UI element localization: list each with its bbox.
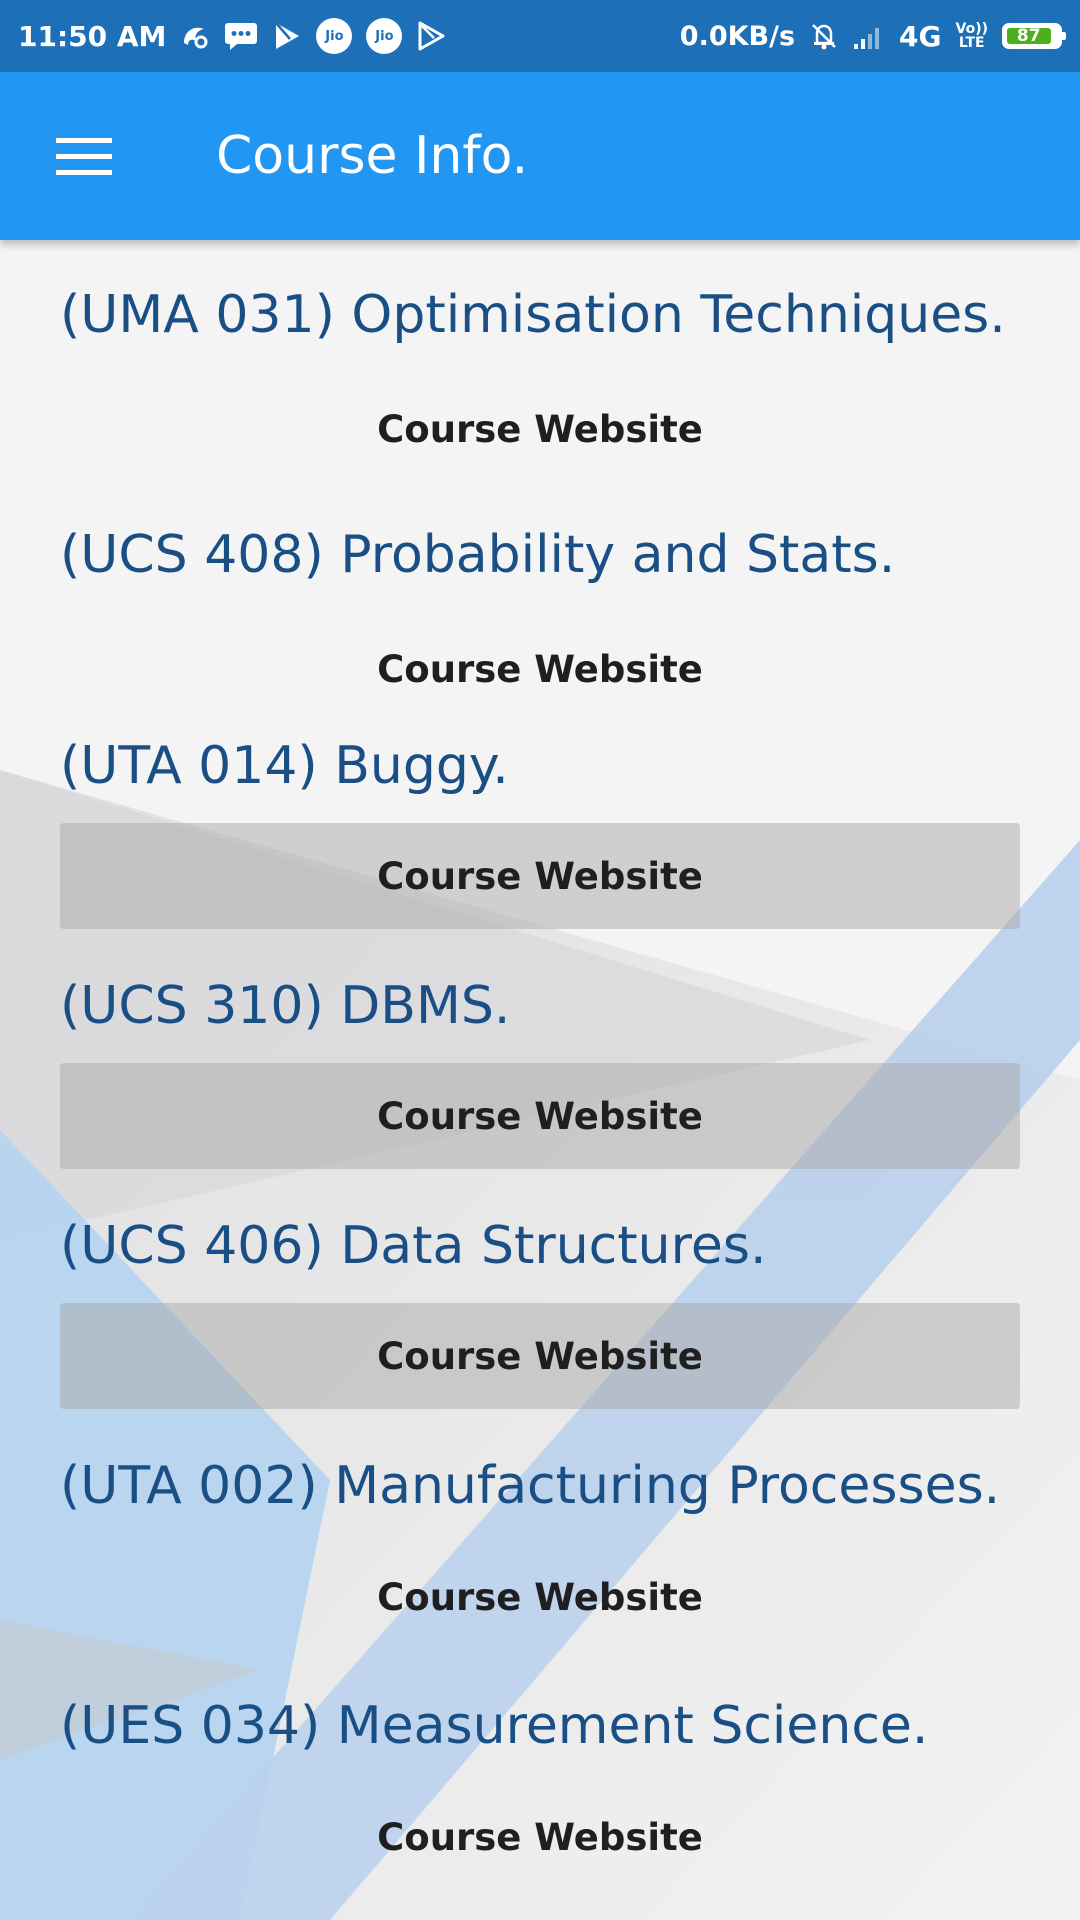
battery-icon: 87 xyxy=(1002,23,1066,49)
status-bar-right: 0.0KB/s 4G Vo)) LTE 87 xyxy=(679,19,1066,53)
messages-icon xyxy=(224,21,258,51)
mute-bell-icon xyxy=(809,21,839,51)
play-store-icon xyxy=(272,21,302,51)
battery-tip xyxy=(1062,32,1066,40)
course-list: (UMA 031) Optimisation Techniques. Cours… xyxy=(0,240,1080,1920)
status-bar-left: 11:50 AM Jio Jio xyxy=(18,18,446,54)
course-website-button[interactable]: Course Website xyxy=(60,1544,1020,1650)
uc-browser-icon xyxy=(180,21,210,51)
signal-icon xyxy=(853,22,885,50)
play-store-icon xyxy=(416,21,446,51)
course-website-button[interactable]: Course Website xyxy=(60,376,1020,482)
course-website-button[interactable]: Course Website xyxy=(60,1303,1020,1409)
battery-percent: 87 xyxy=(1016,26,1041,46)
volte-line-top: Vo)) xyxy=(955,21,988,37)
hamburger-menu-icon[interactable] xyxy=(56,128,112,184)
status-bar: 11:50 AM Jio Jio 0.0KB/s 4G Vo)) LTE 87 xyxy=(0,0,1080,72)
course-title: (UMA 031) Optimisation Techniques. xyxy=(60,285,1006,345)
page-title: Course Info. xyxy=(216,126,529,186)
jio-icon: Jio xyxy=(366,18,403,54)
app-bar: Course Info. xyxy=(0,72,1080,240)
volte-icon: Vo)) LTE xyxy=(956,22,988,50)
network-type: 4G xyxy=(899,19,942,53)
volte-line-bottom: LTE xyxy=(958,35,985,51)
course-website-button[interactable]: Course Website xyxy=(60,1784,1020,1890)
course-title: (UCS 406) Data Structures. xyxy=(60,1216,767,1276)
course-title: (UCS 408) Probability and Stats. xyxy=(60,525,896,585)
jio-icon: Jio xyxy=(316,18,353,54)
course-title: (UES 034) Measurement Science. xyxy=(60,1696,929,1756)
status-time: 11:50 AM xyxy=(18,19,167,53)
course-website-button[interactable]: Course Website xyxy=(60,823,1020,929)
course-title: (UTA 002) Manufacturing Processes. xyxy=(60,1456,1001,1516)
course-website-button[interactable]: Course Website xyxy=(60,616,1020,722)
course-title: (UCS 310) DBMS. xyxy=(60,976,511,1036)
course-title: (UTA 014) Buggy. xyxy=(60,736,509,796)
battery-level: 87 xyxy=(1007,26,1051,46)
course-website-button[interactable]: Course Website xyxy=(60,1063,1020,1169)
net-speed: 0.0KB/s xyxy=(679,20,796,52)
